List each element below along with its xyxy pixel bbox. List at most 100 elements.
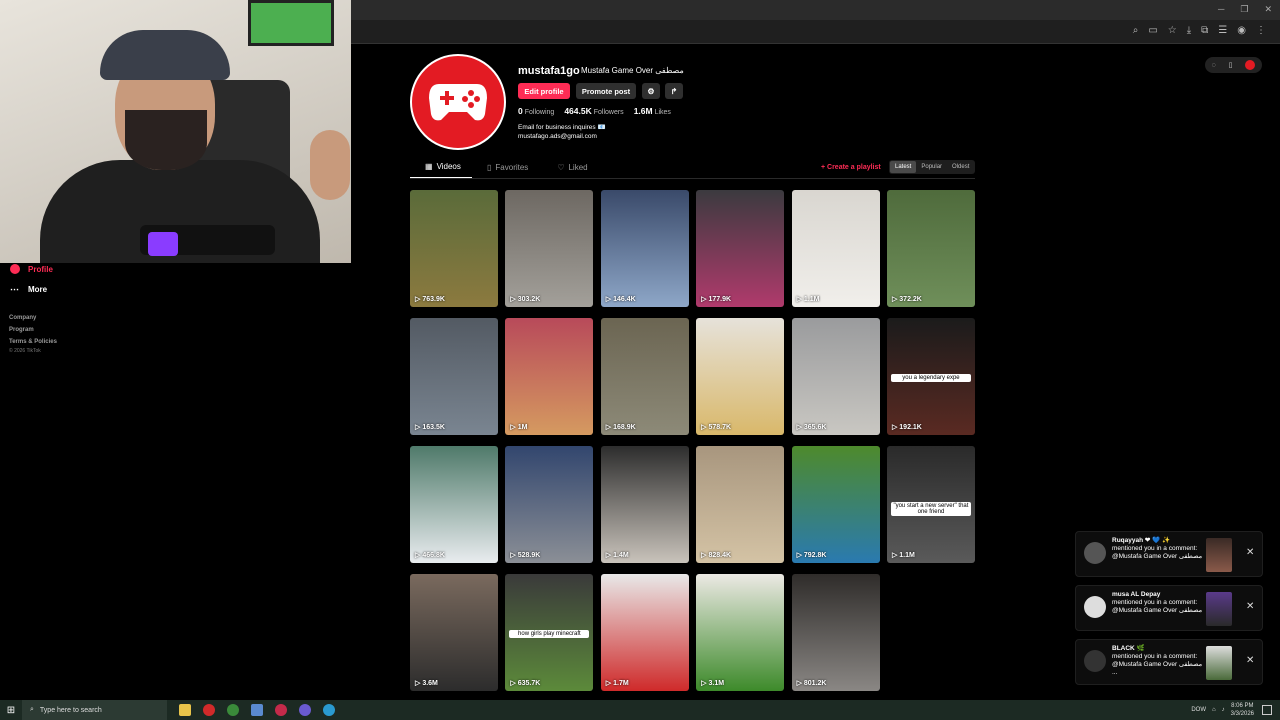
- video-card[interactable]: ▷ 365.6K: [791, 318, 880, 435]
- sort-latest[interactable]: Latest: [890, 161, 917, 173]
- bookmark-star-icon[interactable]: ☆: [1168, 25, 1177, 36]
- edge-icon[interactable]: [323, 704, 335, 716]
- browser-title-bar: ─ ❐ ✕: [351, 0, 1280, 20]
- close-window-icon[interactable]: ✕: [1264, 4, 1272, 15]
- gamepad-logo-icon: [429, 84, 487, 121]
- profile-stats: 0 Following 464.5K Followers 1.6M Likes: [518, 106, 671, 116]
- video-card[interactable]: ▷ 801.2K: [791, 574, 880, 691]
- video-card[interactable]: ▷ 578.7K: [696, 318, 785, 435]
- minimize-icon[interactable]: ─: [1218, 4, 1224, 15]
- restore-icon[interactable]: ❐: [1240, 4, 1248, 15]
- tab-favorites[interactable]: ▯ Favorites: [472, 162, 542, 179]
- user-avatar[interactable]: [1245, 60, 1256, 70]
- divider: [410, 178, 975, 179]
- sidebar-item-profile[interactable]: Profile: [10, 264, 53, 274]
- video-card[interactable]: ▷ 372.2K: [886, 190, 975, 307]
- bookmark-icon: ▯: [487, 163, 492, 172]
- discord-icon[interactable]: [299, 704, 311, 716]
- phone-icon[interactable]: ▯: [1229, 61, 1233, 69]
- volume-icon[interactable]: ♪: [1222, 707, 1225, 713]
- close-icon[interactable]: ✕: [1246, 655, 1254, 666]
- profile-username: mustafa1go: [518, 65, 580, 77]
- video-card[interactable]: ▷ 3.1M: [696, 574, 785, 691]
- notification-center-icon[interactable]: [1262, 705, 1272, 715]
- clock-date: 3/3/2026: [1230, 711, 1254, 717]
- heart-icon: ♡: [557, 163, 565, 172]
- video-caption: how girls play minecraft: [509, 630, 590, 639]
- followers-stat[interactable]: 464.5K Followers: [564, 106, 623, 116]
- footer-link-terms[interactable]: Terms & Policies: [9, 336, 57, 348]
- sidebar-item-more[interactable]: ⋯ More: [10, 284, 47, 295]
- file-explorer-icon[interactable]: [179, 704, 191, 716]
- video-view-count: ▷ 1.1M: [891, 552, 915, 559]
- notification-card[interactable]: musa AL Depay mentioned you in a comment:…: [1075, 585, 1263, 631]
- notification-text: musa AL Depay mentioned you in a comment:…: [1112, 591, 1203, 614]
- sidebar-item-label: Profile: [28, 264, 53, 274]
- video-card[interactable]: you a legendary expe ▷ 192.1K: [886, 318, 975, 435]
- settings-gear-icon[interactable]: ⚙: [642, 83, 660, 99]
- promote-post-button[interactable]: Promote post: [576, 83, 636, 99]
- video-card[interactable]: ▷ 1.7M: [600, 574, 689, 691]
- video-view-count: ▷ 635.7K: [510, 680, 541, 687]
- video-card[interactable]: ▷ 1.1M: [791, 190, 880, 307]
- video-card[interactable]: ▷ 168.9K: [600, 318, 689, 435]
- video-card[interactable]: how girls play minecraft ▷ 635.7K: [505, 574, 594, 691]
- video-card[interactable]: ▷ 1M: [505, 318, 594, 435]
- close-icon[interactable]: ✕: [1246, 601, 1254, 612]
- download-icon[interactable]: ⤓: [1187, 25, 1191, 36]
- taskbar-search-input[interactable]: ⌕ Type here to search: [22, 700, 167, 720]
- following-stat[interactable]: 0 Following: [518, 106, 554, 116]
- browser-address-bar[interactable]: ⌕ ▭ ☆ ⤓ ⧉ ☰ ◉ ⋮: [351, 20, 1280, 44]
- video-view-count: ▷ 3.6M: [415, 680, 438, 687]
- zoom-icon[interactable]: ⌕: [1133, 25, 1139, 36]
- video-view-count: ▷ 828.4K: [701, 552, 732, 559]
- extensions-icon[interactable]: ⧉: [1201, 25, 1208, 36]
- video-card[interactable]: ▷ 466.8K: [410, 446, 498, 563]
- video-card[interactable]: ▷ 763.9K: [410, 190, 498, 307]
- footer-link-program[interactable]: Program: [9, 324, 57, 336]
- sort-oldest[interactable]: Oldest: [947, 161, 974, 173]
- notification-avatar: [1084, 650, 1106, 672]
- account-icon[interactable]: ◉: [1237, 25, 1246, 36]
- windows-start-icon[interactable]: ⊞: [0, 705, 22, 716]
- search-placeholder: Type here to search: [39, 706, 102, 714]
- video-card[interactable]: ▷ 177.9K: [696, 190, 785, 307]
- video-view-count: ▷ 365.6K: [796, 424, 827, 431]
- share-icon[interactable]: ↱: [665, 83, 683, 99]
- video-card[interactable]: ▷ 163.5K: [410, 318, 498, 435]
- copyright-text: © 2026 TikTok: [9, 348, 41, 354]
- video-card[interactable]: ▷ 146.4K: [600, 190, 689, 307]
- profile-avatar[interactable]: [410, 54, 506, 150]
- video-card[interactable]: ▷ 528.9K: [505, 446, 594, 563]
- opera-icon[interactable]: [203, 704, 215, 716]
- messages-icon[interactable]: ◌: [1211, 62, 1215, 69]
- notification-card[interactable]: Ruqayyah ❤ 💙 ✨ mentioned you in a comment…: [1075, 531, 1263, 577]
- notification-thumbnail: [1206, 592, 1232, 626]
- network-icon[interactable]: ⌂: [1212, 707, 1216, 713]
- sidebar-item-label: More: [28, 285, 48, 294]
- video-card[interactable]: ▷ 303.2K: [505, 190, 594, 307]
- tab-liked[interactable]: ♡ Liked: [542, 162, 601, 179]
- video-card[interactable]: ▷ 828.4K: [696, 446, 785, 563]
- windows-taskbar: ⊞ ⌕ Type here to search DOW ⌂ ♪ 8:06 PM …: [0, 700, 1280, 720]
- obs-icon[interactable]: [275, 704, 287, 716]
- notification-card[interactable]: BLACK 🌿 mentioned you in a comment: @Must…: [1075, 639, 1263, 685]
- edit-profile-button[interactable]: Edit profile: [518, 83, 570, 99]
- bio-line: Email for business inquires 📧: [518, 124, 606, 131]
- clock[interactable]: 8:06 PM 3/3/2026: [1231, 702, 1254, 718]
- footer-link-company[interactable]: Company: [9, 312, 57, 324]
- sort-popular[interactable]: Popular: [916, 161, 947, 173]
- video-card[interactable]: ▷ 1.4M: [600, 446, 689, 563]
- cast-icon[interactable]: ▭: [1148, 25, 1157, 36]
- tab-videos[interactable]: ▦ Videos: [410, 162, 472, 179]
- chrome-icon[interactable]: [227, 704, 239, 716]
- close-icon[interactable]: ✕: [1246, 547, 1254, 558]
- menu-icon[interactable]: ⋮: [1256, 25, 1266, 36]
- create-playlist-button[interactable]: + Create a playlist: [821, 164, 881, 171]
- video-card[interactable]: "you start a new server" that one friend…: [886, 446, 975, 563]
- video-card[interactable]: ▷ 792.8K: [791, 446, 880, 563]
- list-icon[interactable]: ☰: [1218, 25, 1227, 36]
- notification-thumbnail: [1206, 646, 1232, 680]
- video-card[interactable]: ▷ 3.6M: [410, 574, 498, 691]
- app-icon[interactable]: [251, 704, 263, 716]
